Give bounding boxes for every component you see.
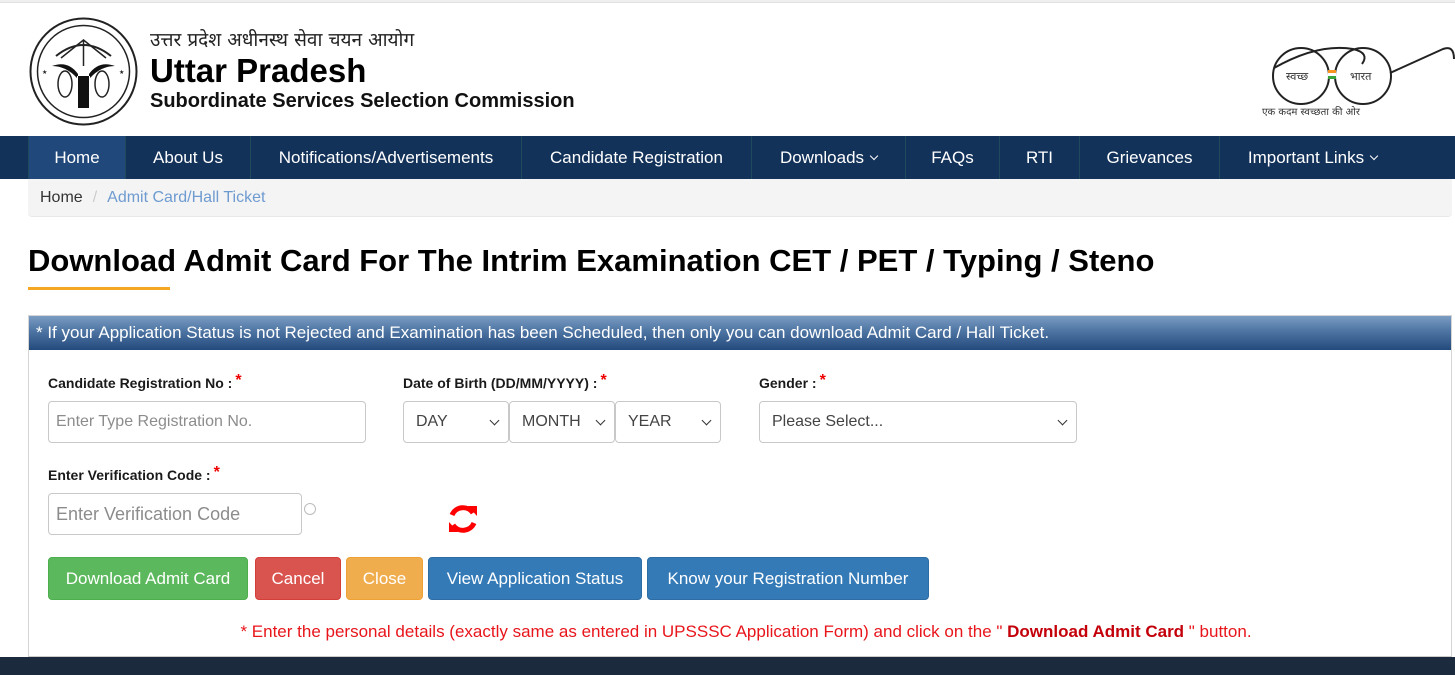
- button-label: Download Admit Card: [65, 568, 231, 588]
- up-government-emblem-icon: ★ ★: [29, 17, 138, 126]
- dob-year-value: YEAR: [628, 413, 672, 430]
- dob-month-value: MONTH: [522, 413, 581, 430]
- gender-label: Gender : *: [759, 372, 826, 393]
- breadcrumb-home[interactable]: Home: [40, 189, 83, 207]
- nav-label: RTI: [1025, 147, 1054, 167]
- dob-year-select[interactable]: YEAR: [615, 401, 721, 443]
- gender-label-text: Gender :: [759, 375, 817, 391]
- nav-label: Grievances: [1106, 147, 1193, 167]
- svg-text:★: ★: [119, 69, 124, 76]
- chevron-down-icon: [869, 151, 879, 160]
- button-label: Close: [362, 568, 407, 588]
- button-label: Cancel: [271, 568, 325, 588]
- cancel-button[interactable]: Cancel: [255, 557, 341, 600]
- page-title: Download Admit Card For The Intrim Exami…: [28, 243, 1155, 278]
- nav-item-faqs[interactable]: FAQs: [905, 136, 999, 179]
- title-underline: [28, 287, 170, 290]
- swachh-tagline: एक कदम स्वच्छता की ओर: [1262, 106, 1361, 118]
- swachh-bharat-logo-icon: स्वच्छ भारत एक कदम स्वच्छता की ओर: [1262, 46, 1455, 118]
- view-application-status-button[interactable]: View Application Status: [428, 557, 642, 600]
- chevron-down-icon: [489, 415, 500, 426]
- registration-number-input[interactable]: [48, 401, 366, 443]
- nav-label: Home: [54, 147, 100, 167]
- note-prefix: * Enter the personal details (exactly sa…: [240, 622, 1003, 641]
- registration-label: Candidate Registration No : *: [48, 372, 242, 393]
- dob-label-text: Date of Birth (DD/MM/YYYY) :: [403, 375, 598, 391]
- breadcrumb: Home / Admit Card/Hall Ticket: [28, 179, 1452, 217]
- nav-item-about-us[interactable]: About Us: [125, 136, 250, 179]
- nav-item-rti[interactable]: RTI: [999, 136, 1079, 179]
- registration-label-text: Candidate Registration No :: [48, 375, 233, 391]
- refresh-captcha-icon[interactable]: [446, 502, 480, 536]
- dob-label: Date of Birth (DD/MM/YYYY) : *: [403, 372, 607, 393]
- nav-item-candidate-registration[interactable]: Candidate Registration: [521, 136, 751, 179]
- close-button[interactable]: Close: [346, 557, 423, 600]
- dob-day-select[interactable]: DAY: [403, 401, 509, 443]
- gender-selected-value: Please Select...: [772, 413, 884, 430]
- title-block: उत्तर प्रदेश अधीनस्थ सेवा चयन आयोग Uttar…: [150, 29, 575, 113]
- verification-label-text: Enter Verification Code :: [48, 467, 211, 483]
- note-emphasis: Download Admit Card: [1002, 622, 1189, 641]
- nav-item-downloads[interactable]: Downloads: [751, 136, 905, 179]
- dob-day-value: DAY: [416, 413, 448, 430]
- required-mark: *: [819, 372, 826, 389]
- button-label: View Application Status: [446, 568, 624, 588]
- gender-select[interactable]: Please Select...: [759, 401, 1077, 443]
- nav-item-important-links[interactable]: Important Links: [1219, 136, 1405, 179]
- nav-item-home[interactable]: Home: [28, 136, 125, 179]
- nav-item-notifications[interactable]: Notifications/Advertisements: [250, 136, 521, 179]
- org-subtitle: Subordinate Services Selection Commissio…: [150, 90, 575, 112]
- org-title: Uttar Pradesh: [150, 52, 367, 89]
- nav-label: Candidate Registration: [550, 147, 723, 167]
- site-footer: [0, 657, 1455, 675]
- chevron-down-icon: [1369, 151, 1379, 160]
- svg-text:★: ★: [42, 69, 47, 76]
- swachh-right-text: भारत: [1350, 70, 1372, 83]
- note-suffix: " button.: [1188, 622, 1252, 641]
- main-nav: Home About Us Notifications/Advertisemen…: [0, 136, 1455, 179]
- breadcrumb-separator: /: [92, 188, 98, 206]
- nav-label: Notifications/Advertisements: [278, 147, 494, 167]
- required-mark: *: [600, 372, 607, 389]
- verification-label: Enter Verification Code : *: [48, 464, 220, 485]
- instruction-note: * Enter the personal details (exactly sa…: [29, 622, 1451, 642]
- required-mark: *: [213, 464, 220, 481]
- nav-label: FAQs: [931, 147, 974, 167]
- nav-label: Important Links: [1247, 147, 1365, 167]
- chevron-down-icon: [701, 415, 712, 426]
- chevron-down-icon: [595, 415, 606, 426]
- hindi-title: उत्तर प्रदेश अधीनस्थ सेवा चयन आयोग: [150, 29, 415, 51]
- verification-code-input[interactable]: [48, 493, 302, 535]
- nav-label: Downloads: [779, 147, 865, 167]
- captcha-image-placeholder: [304, 503, 316, 515]
- chevron-down-icon: [1057, 415, 1068, 426]
- panel-notice: * If your Application Status is not Reje…: [29, 316, 1451, 350]
- nav-item-grievances[interactable]: Grievances: [1079, 136, 1219, 179]
- dob-month-select[interactable]: MONTH: [509, 401, 615, 443]
- know-registration-number-button[interactable]: Know your Registration Number: [647, 557, 929, 600]
- breadcrumb-current[interactable]: Admit Card/Hall Ticket: [107, 189, 265, 207]
- required-mark: *: [235, 372, 242, 389]
- download-admit-card-button[interactable]: Download Admit Card: [48, 557, 248, 600]
- button-label: Know your Registration Number: [667, 568, 909, 588]
- nav-label: About Us: [153, 147, 223, 167]
- swachh-left-text: स्वच्छ: [1286, 70, 1308, 83]
- admit-card-form-panel: * If your Application Status is not Reje…: [28, 315, 1452, 657]
- site-header: ★ ★ उत्तर प्रदेश अधीनस्थ सेवा चयन आयोग U…: [0, 3, 1455, 136]
